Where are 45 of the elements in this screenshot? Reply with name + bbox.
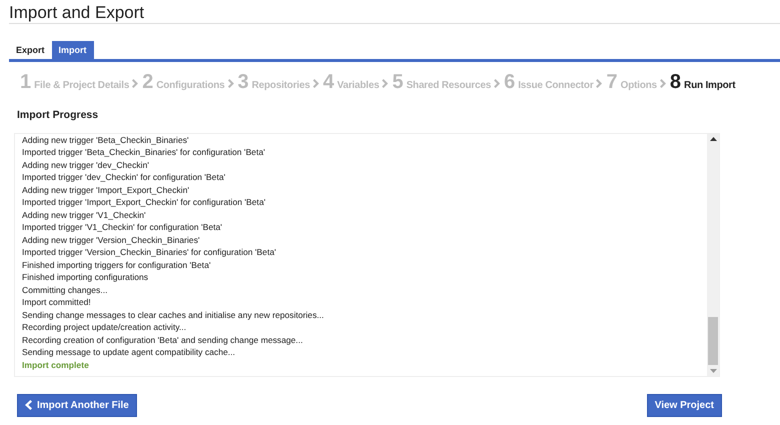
chevron-icon xyxy=(312,79,320,88)
log-line: Imported trigger 'V1_Checkin' for configuration 'Beta' xyxy=(22,221,222,234)
scrollbar[interactable] xyxy=(707,134,719,376)
chevron-icon xyxy=(494,79,501,88)
log-line: Imported trigger 'Import_Export_Checkin' for configuration 'Beta' xyxy=(22,196,266,209)
log-line: Sending change messages to clear caches and initialise any new repositories... xyxy=(22,308,324,322)
log-line: Adding new trigger 'Beta_Checkin_Binaries' xyxy=(22,134,189,146)
chevron-icon xyxy=(660,79,667,88)
wizard-step: 4 Variables xyxy=(322,70,380,94)
scroll-up-icon[interactable] xyxy=(710,136,716,141)
log-line: Adding new trigger 'Import_Export_Checkin' xyxy=(22,184,190,196)
tab[interactable]: Import xyxy=(52,41,94,59)
log-line: Finished importing triggers for configuration 'Beta' xyxy=(22,258,211,272)
log-line: Sending message to update agent compatibility cache... xyxy=(22,346,236,359)
wizard-step: 8 Run Import xyxy=(670,70,736,94)
wizard-step: 3 Repositories xyxy=(238,70,310,94)
section-heading: Import Progress xyxy=(17,108,100,123)
chevron-icon xyxy=(228,79,235,88)
wizard-step: 1 File & Project Details xyxy=(20,70,130,94)
chevron-icon xyxy=(132,79,140,88)
scroll-down-icon[interactable] xyxy=(710,368,716,373)
import-another-file-button[interactable]: Import Another File xyxy=(17,394,137,417)
chevron-left-icon xyxy=(25,400,32,410)
scroll-thumb[interactable] xyxy=(708,316,718,365)
chevron-icon xyxy=(596,79,604,88)
log-line: Imported trigger 'dev_Checkin' for configuration 'Beta' xyxy=(22,171,226,184)
log-line: Adding new trigger 'dev_Checkin' xyxy=(22,158,150,172)
log-line: Adding new trigger 'V1_Checkin' xyxy=(22,208,146,222)
view-project-button[interactable]: View Project xyxy=(646,394,722,417)
log-line: Recording project update/creation activity... xyxy=(22,321,186,334)
log-line: Committing changes... xyxy=(22,284,108,296)
log-line: Import complete xyxy=(22,358,89,372)
wizard-step: 5 Shared Resources xyxy=(392,70,491,94)
log-line: Finished importing configurations xyxy=(22,271,148,284)
log-line: Imported trigger 'Beta_Checkin_Binaries' for configuration 'Beta' xyxy=(22,146,266,159)
log-line: Import committed! xyxy=(22,296,91,309)
page-title: Import and Export xyxy=(8,2,146,23)
tab[interactable]: Export xyxy=(9,41,52,59)
wizard-step: 6 Issue Connector xyxy=(504,70,594,94)
chevron-icon xyxy=(382,79,390,88)
wizard-step: 2 Configurations xyxy=(142,70,225,94)
log-line: Recording creation of configuration 'Beta' and sending change message... xyxy=(22,334,303,346)
log-line: Adding new trigger 'Version_Checkin_Binaries' xyxy=(22,234,200,246)
wizard-step: 7 Options xyxy=(606,70,657,94)
log-line: Imported trigger 'Version_Checkin_Binaries' for configuration 'Beta' xyxy=(22,246,276,259)
